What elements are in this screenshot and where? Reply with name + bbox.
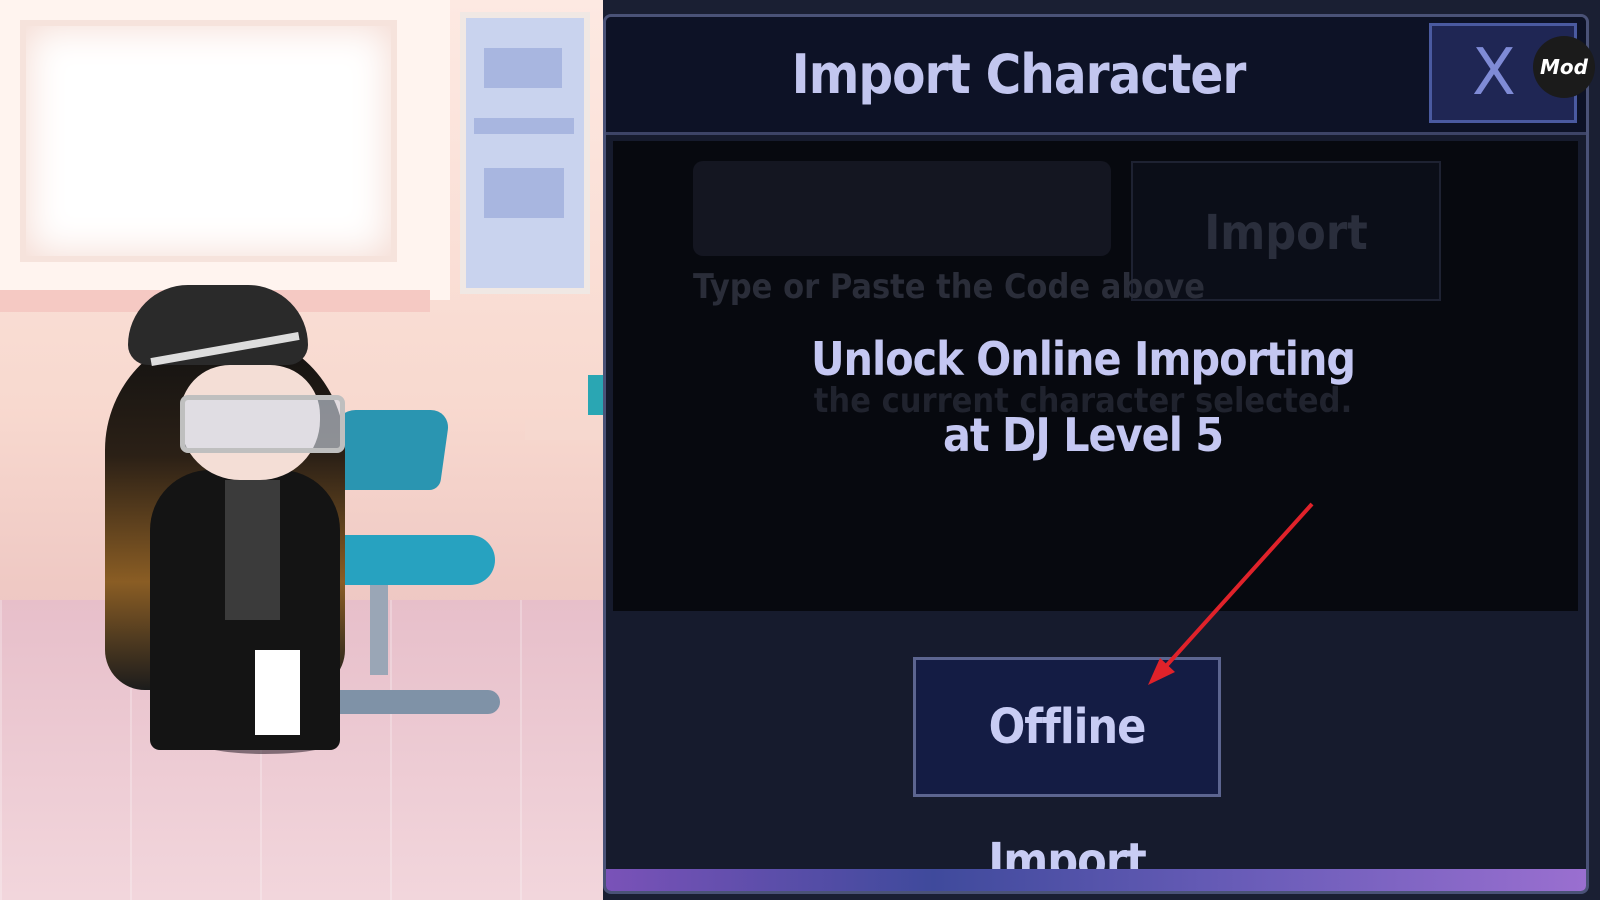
plant-pot (588, 375, 603, 415)
dialog-title: Import Character (791, 43, 1247, 106)
offline-import-button[interactable]: Offline Import (913, 657, 1221, 889)
dialog-bottom-bar (606, 869, 1586, 891)
dialog-header: Import Character X (606, 17, 1586, 135)
room-window (20, 20, 397, 262)
character-goggles (180, 395, 345, 453)
character-leg (255, 650, 300, 735)
online-import-panel: Import Type or Paste the Code above the … (613, 141, 1578, 611)
wall-board (460, 12, 590, 294)
character-preview-scene (0, 0, 603, 900)
character-code-input[interactable] (693, 161, 1111, 256)
close-icon: X (1472, 36, 1516, 110)
mod-badge[interactable]: Mod (1533, 36, 1595, 98)
unlock-message-line1: Unlock Online Importing (810, 332, 1356, 386)
desk (525, 420, 603, 440)
unlock-message: Unlock Online Importing at DJ Level 5 (793, 321, 1373, 473)
code-hint-label: Type or Paste the Code above (693, 267, 1205, 307)
character-shirt (225, 480, 280, 620)
import-character-dialog: Import Character X Import Type or Paste … (603, 14, 1589, 894)
unlock-message-line2: at DJ Level 5 (942, 408, 1224, 462)
chair-pole (370, 585, 388, 675)
chair-seat (320, 535, 495, 585)
